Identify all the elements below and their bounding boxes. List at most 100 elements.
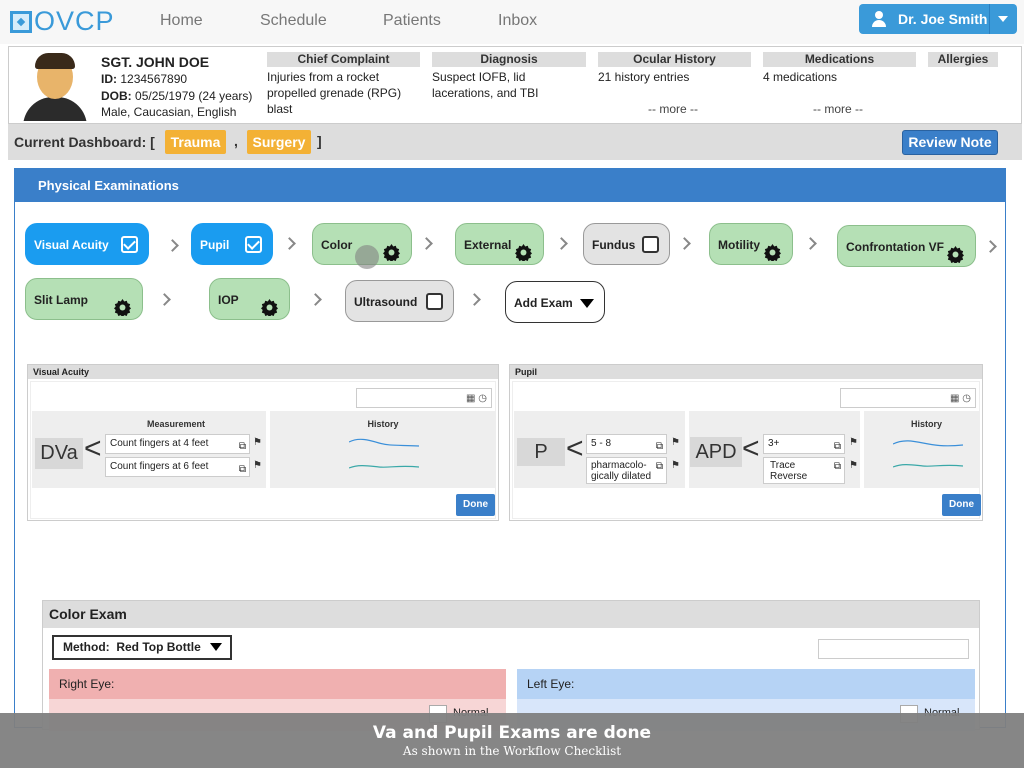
logo-text: OVCP bbox=[34, 6, 115, 36]
chevron-right-icon bbox=[422, 236, 432, 252]
step-iop[interactable]: IOP bbox=[209, 278, 290, 320]
add-exam-dropdown[interactable]: Add Exam bbox=[505, 281, 605, 323]
section-body: Injuries from a rocket propelled grenade… bbox=[267, 70, 402, 116]
step-confrontation-vf[interactable]: Confrontation VF bbox=[837, 225, 976, 267]
step-label: Slit Lamp bbox=[34, 293, 89, 307]
step-motility[interactable]: Motility bbox=[709, 223, 793, 265]
gear-icon[interactable] bbox=[515, 236, 532, 263]
external-link-icon[interactable]: ⧉ bbox=[656, 461, 663, 472]
user-menu-button[interactable]: Dr. Joe Smith bbox=[859, 4, 1017, 34]
chevron-down-icon bbox=[580, 299, 594, 308]
card-title: Pupil bbox=[510, 365, 982, 379]
flag-icon[interactable]: ⚑ bbox=[671, 460, 680, 471]
va-value-field[interactable]: Count fingers at 6 feet ⧉ bbox=[105, 457, 250, 477]
checkbox-checked-icon[interactable] bbox=[121, 236, 138, 253]
tag-surgery[interactable]: Surgery bbox=[247, 130, 311, 154]
apd-value-field[interactable]: Trace Reverse ⧉ bbox=[763, 457, 845, 484]
chevron-right-icon bbox=[806, 236, 816, 252]
step-pupil[interactable]: Pupil bbox=[191, 223, 273, 265]
nav-patients[interactable]: Patients bbox=[383, 12, 441, 30]
gear-icon[interactable] bbox=[114, 291, 131, 318]
section-title: Diagnosis bbox=[432, 52, 586, 67]
checkbox-empty-icon[interactable] bbox=[642, 236, 659, 253]
avatar bbox=[19, 51, 91, 121]
medications-section: Medications 4 medications bbox=[763, 52, 916, 85]
step-label: Ultrasound bbox=[354, 295, 418, 309]
external-link-icon[interactable]: ⧉ bbox=[834, 461, 841, 472]
flag-icon[interactable]: ⚑ bbox=[849, 460, 858, 471]
chevron-right-icon bbox=[557, 236, 567, 252]
tag-trauma[interactable]: Trauma bbox=[165, 130, 226, 154]
chevron-right-icon bbox=[160, 292, 170, 308]
checkbox-empty-icon[interactable] bbox=[426, 293, 443, 310]
dva-label: DVa bbox=[35, 438, 83, 469]
top-nav: OVCP Home Schedule Patients Inbox Dr. Jo… bbox=[0, 0, 1024, 44]
gear-icon[interactable] bbox=[947, 238, 964, 265]
nav-home[interactable]: Home bbox=[160, 12, 203, 30]
calendar-clock-icon[interactable]: ▦ ◷ bbox=[466, 393, 487, 404]
chevron-right-icon bbox=[470, 292, 480, 308]
datetime-field[interactable]: ▦ ◷ bbox=[356, 388, 492, 408]
done-button[interactable]: Done bbox=[942, 494, 981, 516]
color-exam-input[interactable] bbox=[818, 639, 969, 659]
method-select[interactable]: Method: Red Top Bottle bbox=[52, 635, 232, 660]
external-link-icon[interactable]: ⧉ bbox=[656, 438, 663, 456]
user-icon bbox=[871, 11, 887, 27]
ocular-history-more-link[interactable]: -- more -- bbox=[648, 102, 698, 116]
step-fundus[interactable]: Fundus bbox=[583, 223, 670, 265]
cursor-indicator bbox=[355, 245, 379, 269]
section-title: Chief Complaint bbox=[267, 52, 420, 67]
section-title: Medications bbox=[763, 52, 916, 67]
dashboard-label: Current Dashboard: [ bbox=[14, 134, 155, 150]
section-title: Allergies bbox=[928, 52, 998, 67]
chevron-down-icon[interactable] bbox=[998, 16, 1008, 22]
apd-value-field[interactable]: 3+ ⧉ bbox=[763, 434, 845, 454]
patient-demographics: Male, Caucasian, English bbox=[101, 105, 237, 119]
caption-subtitle: As shown in the Workflow Checklist bbox=[402, 744, 622, 758]
step-ultrasound[interactable]: Ultrasound bbox=[345, 280, 454, 322]
flag-icon[interactable]: ⚑ bbox=[849, 437, 858, 448]
measurement-title: Measurement bbox=[146, 419, 206, 429]
checkbox-checked-icon[interactable] bbox=[245, 236, 262, 253]
section-body: 4 medications bbox=[763, 70, 838, 84]
ocular-history-section: Ocular History 21 history entries bbox=[598, 52, 751, 85]
p-value-field[interactable]: pharmacolo-gically dilated ⧉ bbox=[586, 457, 667, 484]
tag-separator: , bbox=[234, 133, 238, 149]
step-external[interactable]: External bbox=[455, 223, 544, 265]
chevron-right-icon bbox=[168, 238, 178, 254]
gear-icon[interactable] bbox=[764, 236, 781, 263]
nav-inbox[interactable]: Inbox bbox=[498, 12, 537, 30]
right-eye-header: Right Eye: bbox=[49, 669, 506, 699]
gear-icon[interactable] bbox=[383, 236, 400, 263]
calendar-clock-icon[interactable]: ▦ ◷ bbox=[950, 393, 971, 404]
done-button[interactable]: Done bbox=[456, 494, 495, 516]
external-link-icon[interactable]: ⧉ bbox=[239, 438, 246, 456]
less-than-icon: < bbox=[742, 432, 760, 465]
p-label: P bbox=[517, 438, 565, 466]
patient-header: SGT. JOHN DOE ID: 1234567890 DOB: 05/25/… bbox=[8, 46, 1022, 124]
external-link-icon[interactable]: ⧉ bbox=[239, 461, 246, 479]
step-label: IOP bbox=[218, 293, 239, 307]
review-note-button[interactable]: Review Note bbox=[902, 130, 998, 155]
history-title: History bbox=[910, 419, 942, 429]
nav-schedule[interactable]: Schedule bbox=[260, 12, 327, 30]
flag-icon[interactable]: ⚑ bbox=[671, 437, 680, 448]
va-value-field[interactable]: Count fingers at 4 feet ⧉ bbox=[105, 434, 250, 454]
step-slit-lamp[interactable]: Slit Lamp bbox=[25, 278, 143, 320]
step-visual-acuity[interactable]: Visual Acuity bbox=[25, 223, 149, 265]
section-title: Color Exam bbox=[43, 601, 979, 628]
visual-acuity-card: Visual Acuity ▦ ◷ Measurement DVa < Coun… bbox=[27, 364, 499, 521]
gear-icon[interactable] bbox=[261, 291, 278, 318]
external-link-icon[interactable]: ⧉ bbox=[834, 438, 841, 456]
flag-icon[interactable]: ⚑ bbox=[253, 460, 262, 471]
section-body: Suspect IOFB, lid lacerations, and TBI bbox=[432, 70, 539, 100]
app-logo[interactable]: OVCP bbox=[10, 6, 115, 37]
flag-icon[interactable]: ⚑ bbox=[253, 437, 262, 448]
color-exam-section: Color Exam Method: Red Top Bottle Right … bbox=[42, 600, 980, 731]
chevron-right-icon bbox=[311, 292, 321, 308]
medications-more-link[interactable]: -- more -- bbox=[813, 102, 863, 116]
history-title: History bbox=[367, 419, 399, 429]
p-value-field[interactable]: 5 - 8 ⧉ bbox=[586, 434, 667, 454]
datetime-field[interactable]: ▦ ◷ bbox=[840, 388, 976, 408]
patient-name: SGT. JOHN DOE bbox=[101, 54, 210, 70]
